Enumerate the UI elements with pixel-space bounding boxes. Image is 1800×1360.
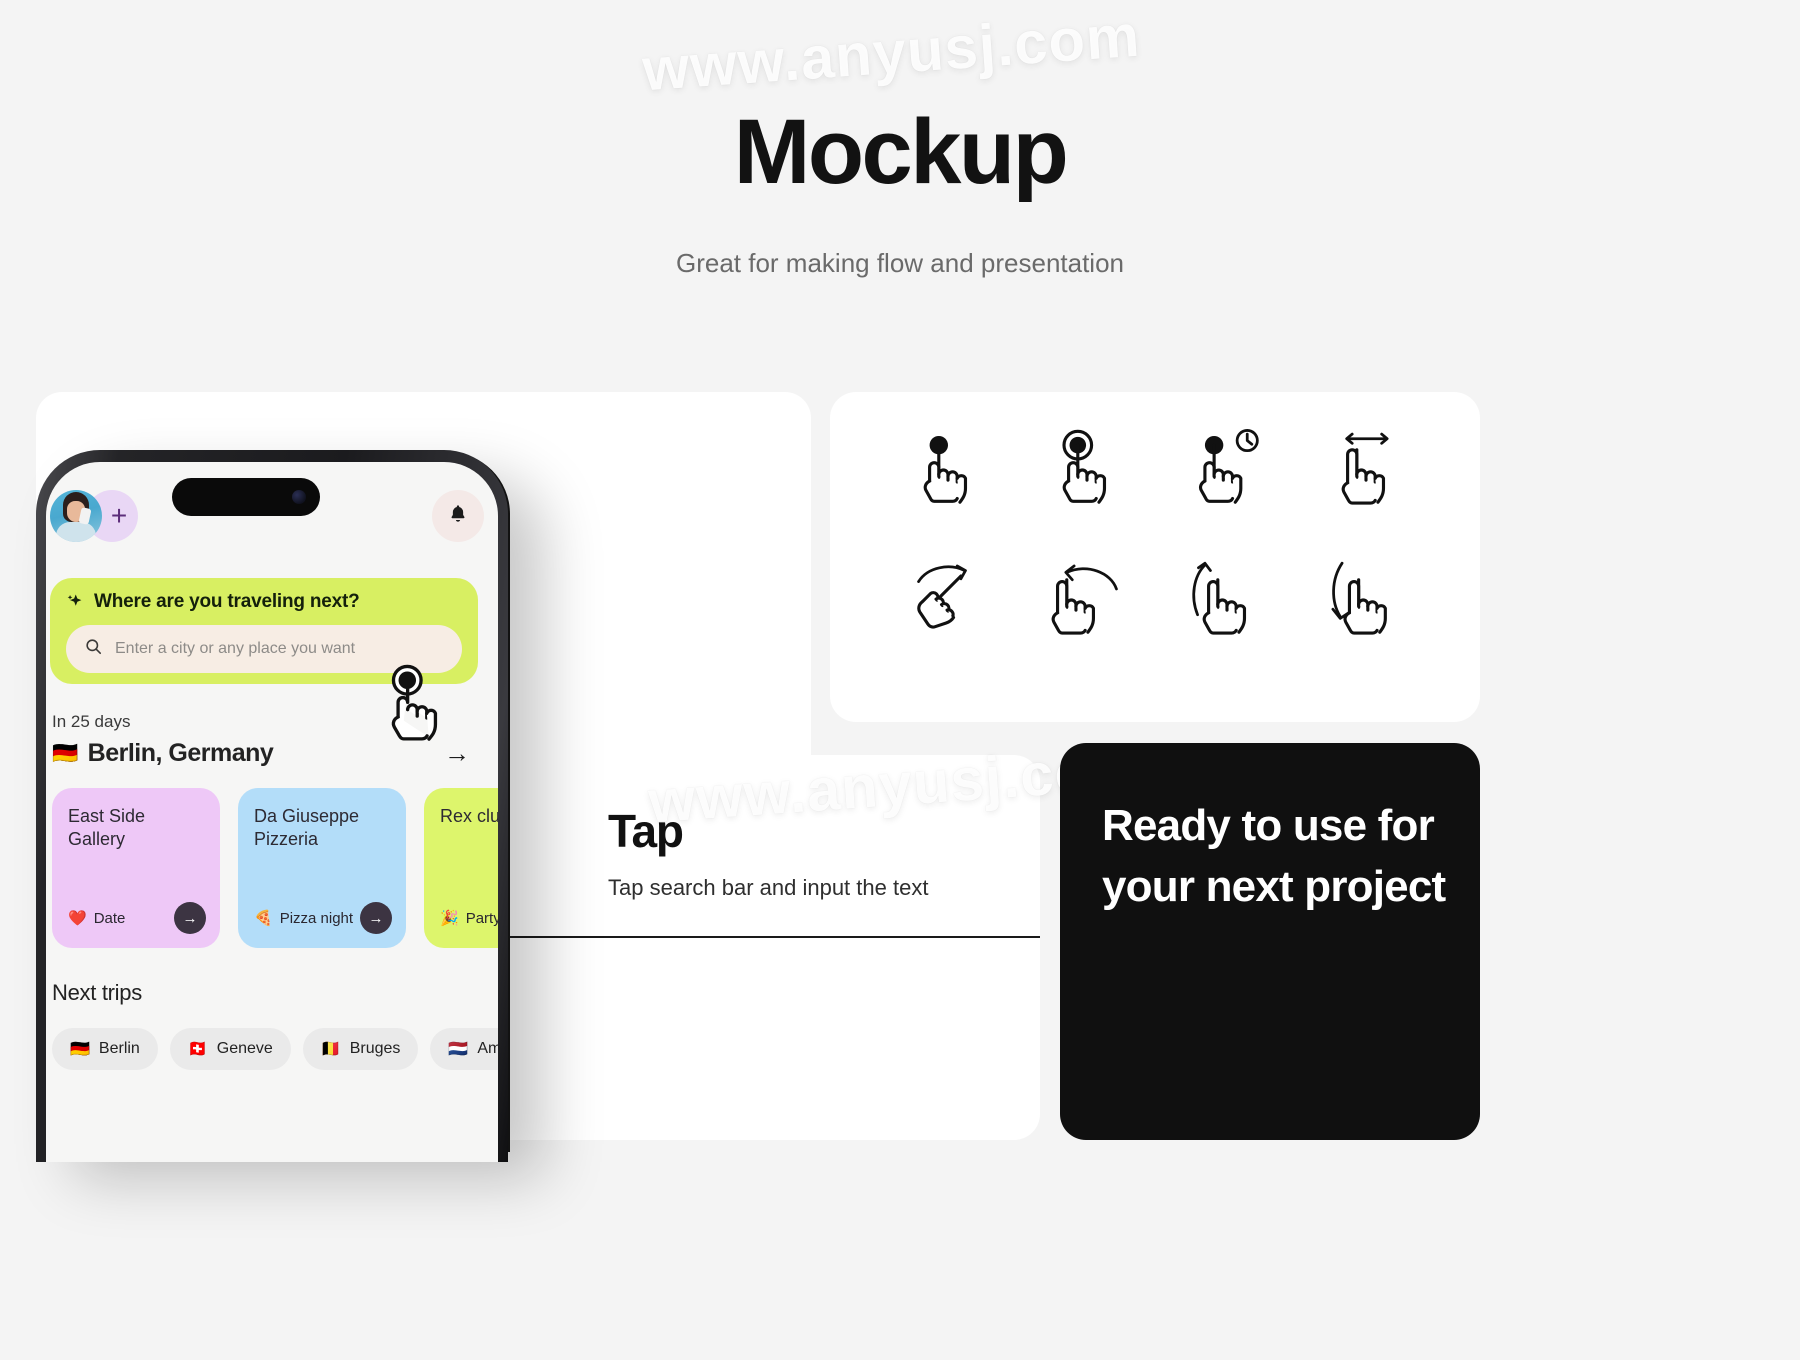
search-card-title-row: Where are you traveling next?: [66, 591, 462, 613]
tap-hand-cursor-icon: [376, 660, 468, 752]
notification-button[interactable]: [432, 490, 484, 542]
search-input[interactable]: Enter a city or any place you want: [115, 640, 355, 658]
ready-to-use-text: Ready to use for your next project: [1102, 801, 1446, 911]
place-card-footer: 🎉 Party →: [440, 902, 498, 934]
page-subtitle: Great for making flow and presentation: [675, 248, 1125, 278]
place-card-tag: ❤️ Date: [68, 909, 126, 928]
search-icon: [84, 637, 103, 661]
place-card-go-button[interactable]: →: [174, 902, 206, 934]
place-card-go-button[interactable]: →: [360, 902, 392, 934]
sparkle-icon: [66, 593, 84, 611]
next-trips-chip-row: 🇩🇪 Berlin 🇨🇭 Geneve 🇧🇪 Bruges 🇳🇱 Amsterd…: [52, 1028, 498, 1070]
next-trip-chip-geneve[interactable]: 🇨🇭 Geneve: [169, 1028, 291, 1070]
avatar-body: [56, 522, 96, 542]
place-card[interactable]: Da Giuseppe Pizzeria 🍕 Pizza night →: [238, 788, 406, 948]
next-trip-chip-label: Berlin: [98, 1040, 140, 1057]
phone-notch: [172, 478, 320, 516]
place-card-name: Da Giuseppe Pizzeria: [254, 806, 360, 850]
tap-description: Tap search bar and input the text: [608, 875, 929, 900]
place-card-name: Rex club Disco: [440, 806, 498, 826]
tap-divider: [490, 936, 1040, 938]
place-card-tag-label: Date: [93, 909, 126, 927]
avatar-group[interactable]: +: [50, 490, 138, 542]
next-trip-chip-label: Bruges: [349, 1040, 401, 1057]
tap-description-panel: [490, 755, 1040, 1140]
tap-heading: Tap: [608, 805, 684, 857]
heart-icon: ❤️: [68, 910, 87, 927]
place-cards-row: East Side Gallery ❤️ Date → Da Giuseppe …: [52, 788, 498, 948]
next-trip-chip-label: Amsterdam: [477, 1040, 498, 1057]
swipe-horizontal-gesture-icon[interactable]: [1318, 422, 1414, 518]
place-card-tag: 🍕 Pizza night: [254, 909, 354, 928]
place-card-tag-label: Pizza night: [279, 909, 354, 927]
trip-city-label: Berlin, Germany: [87, 739, 274, 767]
belgium-flag-icon: 🇧🇪: [320, 1041, 341, 1058]
place-card-footer: ❤️ Date →: [68, 902, 206, 934]
place-card-tag-label: Party: [465, 909, 498, 927]
place-card[interactable]: East Side Gallery ❤️ Date →: [52, 788, 220, 948]
next-trip-chip-berlin[interactable]: 🇩🇪 Berlin: [52, 1028, 158, 1070]
next-trip-chip-bruges[interactable]: 🇧🇪 Bruges: [302, 1028, 419, 1070]
phone-screen: + Where are you traveling next? Enter a …: [46, 462, 498, 1162]
page-root: www.anyusj.com Mockup Great for making f…: [0, 0, 1800, 1360]
avatar-phone: [78, 507, 92, 525]
netherlands-flag-icon: 🇳🇱: [448, 1041, 469, 1058]
bell-icon: [447, 503, 469, 530]
place-card-name: East Side Gallery: [68, 806, 146, 850]
double-tap-gesture-icon[interactable]: [1039, 422, 1135, 518]
swipe-up-gesture-icon[interactable]: [1179, 552, 1275, 648]
long-press-gesture-icon[interactable]: [1179, 422, 1275, 518]
user-avatar[interactable]: [50, 490, 102, 542]
tap-gesture-icon[interactable]: [900, 422, 996, 518]
germany-flag-icon: 🇩🇪: [70, 1041, 90, 1058]
page-title: Mockup: [733, 101, 1069, 203]
place-card-footer: 🍕 Pizza night →: [254, 902, 392, 934]
trip-countdown: In 25 days: [52, 712, 131, 731]
pizza-icon: 🍕: [254, 910, 273, 927]
germany-flag-icon: 🇩🇪: [52, 742, 78, 765]
next-trip-chip-amsterdam[interactable]: 🇳🇱 Amsterdam: [430, 1028, 498, 1070]
ready-to-use-card: Ready to use for your next project: [1060, 743, 1480, 1140]
place-card[interactable]: Rex club Disco 🎉 Party →: [424, 788, 498, 948]
search-card-title: Where are you traveling next?: [94, 591, 360, 612]
next-trips-title: Next trips: [52, 980, 142, 1005]
swipe-left-gesture-icon[interactable]: [1039, 552, 1135, 648]
gesture-grid: [878, 405, 1436, 665]
trip-city-group: 🇩🇪 Berlin, Germany: [52, 739, 274, 768]
swipe-right-gesture-icon[interactable]: [900, 552, 996, 648]
phone-camera-lens: [292, 490, 306, 504]
next-trip-chip-label: Geneve: [216, 1040, 273, 1057]
swipe-down-gesture-icon[interactable]: [1318, 552, 1414, 648]
place-card-tag: 🎉 Party: [440, 909, 498, 928]
watermark-top: www.anyusj.com: [640, 1, 1143, 104]
switzerland-flag-icon: 🇨🇭: [187, 1041, 208, 1058]
party-icon: 🎉: [440, 910, 459, 927]
